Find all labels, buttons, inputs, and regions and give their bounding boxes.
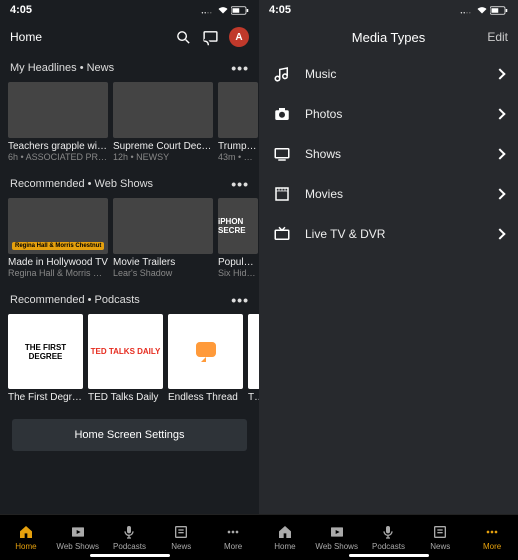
wifi-icon: [476, 6, 488, 15]
tab-home[interactable]: Home: [259, 515, 311, 560]
edit-button[interactable]: Edit: [487, 30, 508, 44]
tab-bar: Home Web Shows Podcasts News More: [0, 514, 259, 560]
podcast-card[interactable]: The...: [248, 314, 259, 403]
more-icon: [484, 524, 500, 540]
tab-home[interactable]: Home: [0, 515, 52, 560]
headline-card[interactable]: Trump cou...43m • REUT...: [218, 82, 258, 162]
media-type-movies[interactable]: Movies: [259, 174, 518, 214]
tv-icon: [273, 225, 291, 243]
media-type-label: Live TV & DVR: [305, 227, 385, 241]
headline-card[interactable]: Supreme Court Decisi...12h • NEWSY: [113, 82, 213, 162]
webshow-card[interactable]: iPHON SECREPopular Sc...Six Hidden iP...: [218, 198, 258, 278]
webshow-card[interactable]: Movie TrailersLear's Shadow: [113, 198, 213, 278]
home-icon: [18, 524, 34, 540]
media-type-shows[interactable]: Shows: [259, 134, 518, 174]
webshow-card[interactable]: Regina Hall & Morris ChestnutMade in Hol…: [8, 198, 108, 278]
header-title: Media Types: [259, 30, 518, 45]
signal-icon: [460, 5, 474, 15]
play-icon: [70, 524, 86, 540]
camera-icon: [273, 105, 291, 123]
more-icon[interactable]: •••: [231, 292, 249, 308]
media-type-label: Shows: [305, 147, 341, 161]
home-indicator: [349, 554, 429, 557]
headlines-row[interactable]: Teachers grapple with...6h • ASSOCIATED …: [0, 82, 259, 170]
header: Home A: [0, 20, 259, 54]
status-icons: [460, 5, 508, 15]
chevron-right-icon: [494, 228, 505, 239]
home-screen-settings-button[interactable]: Home Screen Settings: [12, 419, 247, 451]
mic-icon: [121, 524, 137, 540]
status-time: 4:05: [10, 4, 32, 16]
media-types-list: Music Photos Shows Movies Live TV & DVR: [259, 54, 518, 560]
avatar[interactable]: A: [229, 27, 249, 47]
webshows-row[interactable]: Regina Hall & Morris ChestnutMade in Hol…: [0, 198, 259, 286]
section-headlines-header[interactable]: My Headlines • News •••: [0, 54, 259, 82]
section-title: Recommended • Web Shows: [10, 178, 153, 190]
chevron-right-icon: [494, 108, 505, 119]
podcast-card[interactable]: TED TALKS DAILYTED Talks Daily: [88, 314, 163, 403]
avatar-initial: A: [235, 32, 242, 43]
status-bar: 4:05: [0, 0, 259, 20]
screen-icon: [273, 145, 291, 163]
header: Media Types Edit: [259, 20, 518, 54]
play-icon: [329, 524, 345, 540]
signal-icon: [201, 5, 215, 15]
headline-card[interactable]: Teachers grapple with...6h • ASSOCIATED …: [8, 82, 108, 162]
content: My Headlines • News ••• Teachers grapple…: [0, 54, 259, 560]
search-icon[interactable]: [175, 29, 192, 46]
chevron-right-icon: [494, 68, 505, 79]
wifi-icon: [217, 6, 229, 15]
section-webshows-header[interactable]: Recommended • Web Shows •••: [0, 170, 259, 198]
home-indicator: [90, 554, 170, 557]
left-pane: 4:05 Home A My Headlines • News ••• Teac…: [0, 0, 259, 560]
media-type-music[interactable]: Music: [259, 54, 518, 94]
right-pane: 4:05 Media Types Edit Music Photos Shows…: [259, 0, 518, 560]
battery-icon: [231, 6, 249, 15]
media-type-photos[interactable]: Photos: [259, 94, 518, 134]
status-icons: [201, 5, 249, 15]
news-icon: [432, 524, 448, 540]
podcast-card[interactable]: THE FIRST DEGREEThe First Degree: [8, 314, 83, 403]
more-icon[interactable]: •••: [231, 60, 249, 76]
cast-icon[interactable]: [202, 29, 219, 46]
status-bar: 4:05: [259, 0, 518, 20]
news-icon: [173, 524, 189, 540]
section-title: Recommended • Podcasts: [10, 294, 140, 306]
section-podcasts-header[interactable]: Recommended • Podcasts •••: [0, 286, 259, 314]
header-title[interactable]: Home: [10, 30, 42, 44]
media-type-livetv[interactable]: Live TV & DVR: [259, 214, 518, 254]
music-icon: [273, 65, 291, 83]
tab-more[interactable]: More: [466, 515, 518, 560]
chevron-right-icon: [494, 148, 505, 159]
battery-icon: [490, 6, 508, 15]
status-time: 4:05: [269, 4, 291, 16]
podcasts-row[interactable]: THE FIRST DEGREEThe First Degree TED TAL…: [0, 314, 259, 411]
media-type-label: Movies: [305, 187, 343, 201]
home-icon: [277, 524, 293, 540]
media-type-label: Photos: [305, 107, 342, 121]
tab-more[interactable]: More: [207, 515, 259, 560]
more-icon[interactable]: •••: [231, 176, 249, 192]
more-icon: [225, 524, 241, 540]
media-type-label: Music: [305, 67, 336, 81]
tab-bar: Home Web Shows Podcasts News More: [259, 514, 518, 560]
mic-icon: [380, 524, 396, 540]
podcast-card[interactable]: Endless Thread: [168, 314, 243, 403]
section-title: My Headlines • News: [10, 62, 114, 74]
film-icon: [273, 185, 291, 203]
chevron-right-icon: [494, 188, 505, 199]
